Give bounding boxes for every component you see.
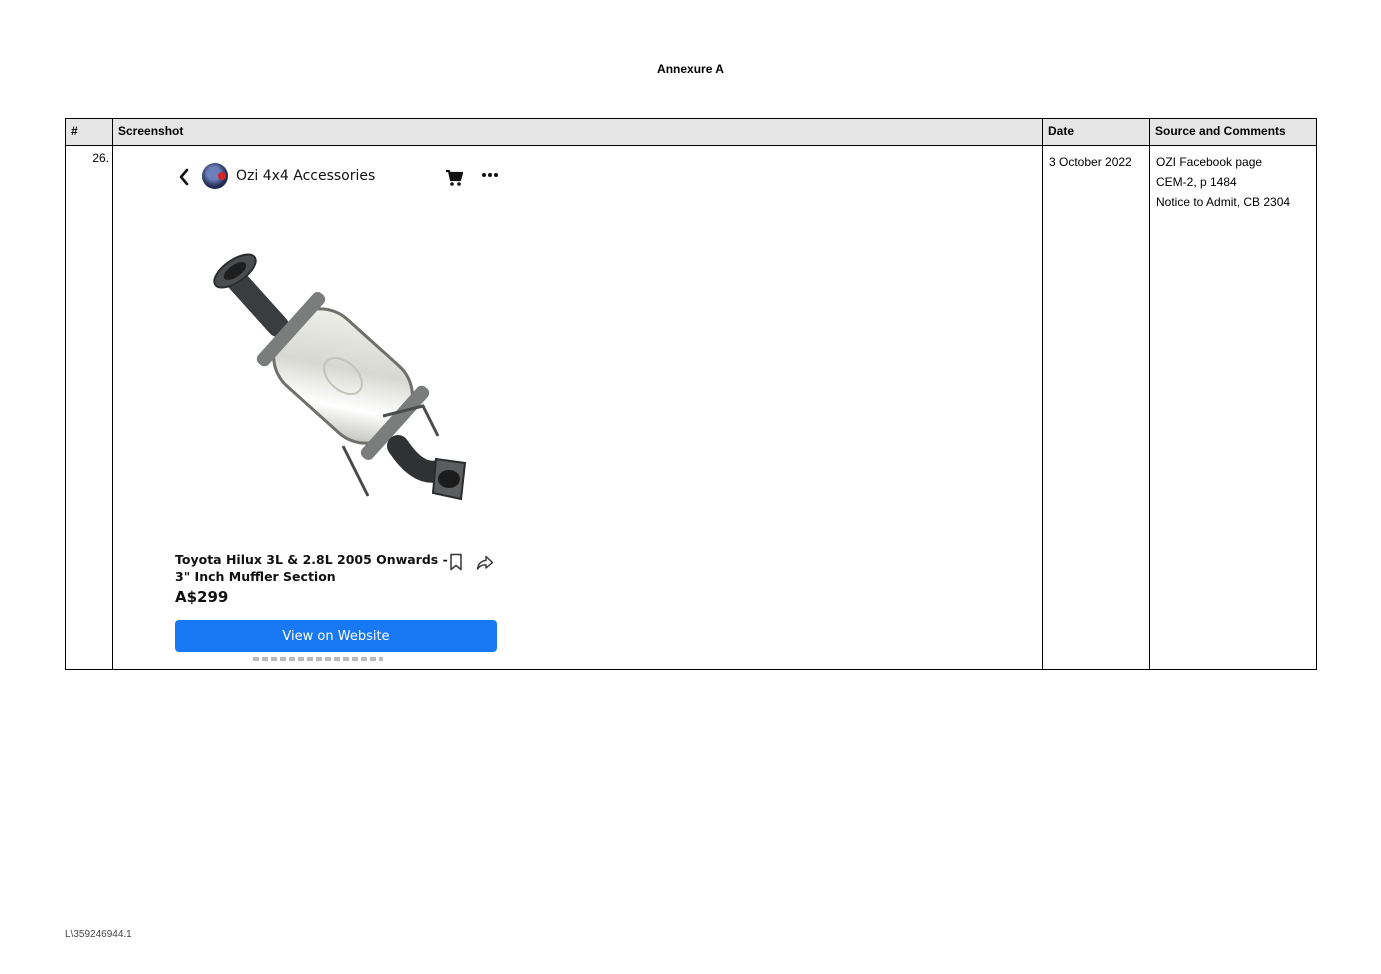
header-number: # (65, 118, 113, 146)
cart-icon[interactable] (445, 169, 463, 187)
facebook-screenshot: Ozi 4x4 Accessories Toyota Hilux 3L & 2.… (113, 146, 1042, 663)
row-source: OZI Facebook page CEM-2, p 1484 Notice t… (1149, 145, 1317, 670)
view-on-website-button[interactable]: View on Website (175, 620, 497, 652)
header-source: Source and Comments (1149, 118, 1317, 146)
table-header-row: # Screenshot Date Source and Comments (65, 118, 1317, 146)
document-reference: L\359246944.1 (65, 929, 132, 940)
product-name-line2: 3" Inch Muffler Section (175, 569, 336, 584)
page-avatar[interactable] (202, 163, 228, 189)
source-line: OZI Facebook page (1156, 155, 1263, 169)
product-name: Toyota Hilux 3L & 2.8L 2005 Onwards - 3"… (175, 551, 448, 585)
row-number: 26. (65, 145, 113, 670)
source-line: CEM-2, p 1484 (1156, 175, 1237, 189)
back-chevron-icon[interactable] (177, 166, 191, 188)
share-icon[interactable] (476, 555, 494, 571)
document-title: Annexure A (657, 62, 724, 76)
product-price: A$299 (175, 588, 229, 606)
page-name[interactable]: Ozi 4x4 Accessories (236, 168, 375, 184)
muffler-product-image (213, 253, 467, 501)
product-name-line1: Toyota Hilux 3L & 2.8L 2005 Onwards - (175, 552, 448, 567)
table-row: 26. Ozi 4x4 Accessories Toyota Hilux 3L … (65, 145, 1317, 670)
more-icon[interactable] (481, 172, 499, 178)
header-date: Date (1042, 118, 1150, 146)
screenshot-cell: Ozi 4x4 Accessories Toyota Hilux 3L & 2.… (112, 145, 1043, 670)
row-date: 3 October 2022 (1042, 145, 1150, 670)
save-icon[interactable] (449, 553, 463, 571)
cropped-text-remnant (253, 657, 383, 661)
header-screenshot: Screenshot (112, 118, 1043, 146)
evidence-table: # Screenshot Date Source and Comments 26… (65, 118, 1317, 670)
source-line: Notice to Admit, CB 2304 (1156, 195, 1291, 209)
